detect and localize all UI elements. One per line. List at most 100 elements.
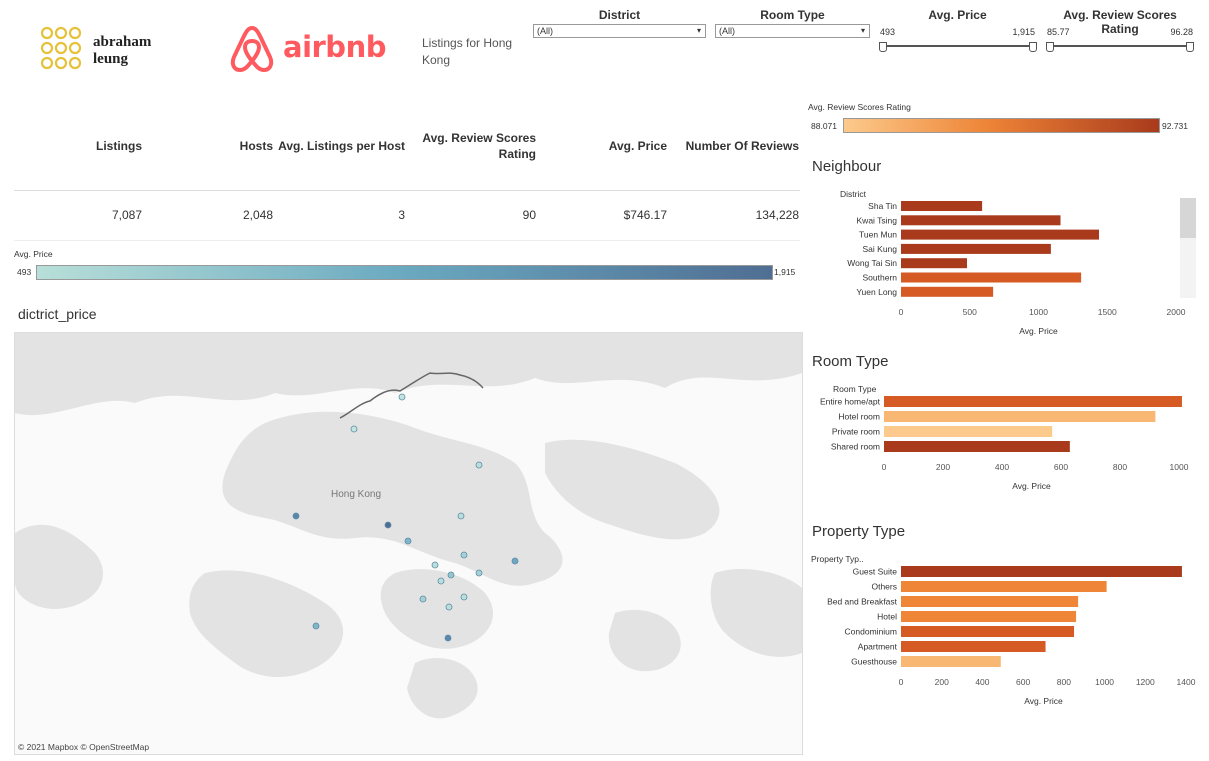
neighbour-scrollbar[interactable] bbox=[1180, 198, 1196, 298]
map-district-point[interactable] bbox=[404, 537, 412, 545]
bar[interactable] bbox=[884, 411, 1156, 422]
avg-price-filter-max: 1,915 bbox=[1012, 27, 1035, 37]
map-district-point[interactable] bbox=[475, 461, 483, 469]
neighbour-chart-title: Neighbour bbox=[812, 158, 882, 175]
bar[interactable] bbox=[901, 656, 1001, 667]
map-district-point[interactable] bbox=[350, 425, 358, 433]
kpi-header-listings: Listings bbox=[95, 139, 142, 153]
bar[interactable] bbox=[901, 243, 1051, 254]
bar[interactable] bbox=[901, 258, 967, 269]
map-district-point[interactable] bbox=[457, 512, 465, 520]
avg-review-slider-max-handle[interactable] bbox=[1186, 42, 1194, 52]
district-price-map[interactable]: Hong Kong © 2021 Mapbox © OpenStreetMap bbox=[14, 332, 803, 755]
map-district-point[interactable] bbox=[292, 512, 300, 520]
tick-label: 800 bbox=[1113, 462, 1127, 472]
bar[interactable] bbox=[884, 441, 1070, 452]
map-district-point[interactable] bbox=[312, 622, 320, 630]
tick-label: 1000 bbox=[1170, 462, 1189, 472]
category-label: Wong Tai Sin bbox=[847, 258, 897, 268]
bar[interactable] bbox=[901, 641, 1046, 652]
map-canvas: Hong Kong © 2021 Mapbox © OpenStreetMap bbox=[15, 333, 802, 752]
map-district-point[interactable] bbox=[447, 571, 455, 579]
review-legend-title: Avg. Review Scores Rating bbox=[808, 102, 911, 112]
category-label: Sha Tin bbox=[868, 201, 897, 211]
bar[interactable] bbox=[901, 286, 994, 297]
review-legend-max: 92.731 bbox=[1162, 121, 1188, 131]
map-district-point[interactable] bbox=[475, 569, 483, 577]
map-district-point[interactable] bbox=[444, 634, 452, 642]
price-legend-max: 1,915 bbox=[774, 267, 796, 277]
bar[interactable] bbox=[884, 426, 1053, 437]
tick-label: 1400 bbox=[1177, 677, 1196, 687]
room-type-filter-title: Room Type bbox=[760, 8, 825, 22]
chevron-down-icon: ▾ bbox=[860, 26, 865, 35]
kpi-divider bbox=[14, 190, 800, 191]
neighbour-chart[interactable]: District Sha Tin Kwai Tsing Tuen Mun Sai Kun… bbox=[808, 185, 1198, 340]
map-district-point[interactable] bbox=[384, 521, 392, 529]
airbnb-logo-icon bbox=[228, 24, 276, 74]
category-label: Condominium bbox=[845, 627, 897, 637]
property-type-chart-title: Property Type bbox=[812, 523, 906, 540]
room-type-dropdown[interactable]: (All) ▾ bbox=[715, 24, 870, 38]
map-district-point[interactable] bbox=[419, 595, 427, 603]
map-district-point[interactable] bbox=[460, 551, 468, 559]
map-district-point[interactable] bbox=[431, 561, 439, 569]
bar[interactable] bbox=[901, 201, 983, 211]
axis-label: Avg. Price bbox=[1012, 481, 1051, 491]
kpi-value-avg-listings-per-host: 3 bbox=[398, 208, 405, 222]
brand-name-line1: abraham bbox=[93, 34, 152, 50]
airbnb-wordmark: airbnb bbox=[283, 30, 386, 64]
bar[interactable] bbox=[901, 596, 1079, 607]
tick-label: 800 bbox=[1057, 677, 1071, 687]
property-type-chart-svg: Property Typ.. Guest Suite Others Bed and B… bbox=[811, 554, 1196, 706]
brand-name-line2: leung bbox=[93, 51, 129, 67]
category-label: Shared room bbox=[831, 442, 880, 452]
kpi-header-hosts: Hosts bbox=[239, 139, 273, 153]
district-dropdown[interactable]: (All) ▾ bbox=[533, 24, 706, 38]
tick-label: 2000 bbox=[1167, 307, 1186, 317]
neighbour-scrollbar-thumb[interactable] bbox=[1180, 198, 1196, 238]
category-label: Yuen Long bbox=[856, 287, 897, 297]
bar[interactable] bbox=[884, 396, 1182, 407]
avg-price-filter-min: 493 bbox=[880, 27, 896, 37]
avg-price-filter-title: Avg. Price bbox=[928, 8, 987, 22]
tick-label: 600 bbox=[1016, 677, 1030, 687]
avg-review-filter-max: 96.28 bbox=[1170, 27, 1193, 37]
avg-price-slider-min-handle[interactable] bbox=[879, 42, 887, 52]
property-type-chart[interactable]: Property Typ.. Guest Suite Others Bed and B… bbox=[808, 550, 1198, 710]
map-district-point[interactable] bbox=[445, 603, 453, 611]
tick-label: 0 bbox=[882, 462, 887, 472]
map-district-point[interactable] bbox=[398, 393, 406, 401]
bar[interactable] bbox=[901, 611, 1077, 622]
category-label: Kwai Tsing bbox=[857, 215, 898, 225]
bar[interactable] bbox=[901, 581, 1107, 592]
map-district-point[interactable] bbox=[437, 577, 445, 585]
category-label: Sai Kung bbox=[863, 244, 898, 254]
map-district-point[interactable] bbox=[460, 593, 468, 601]
avg-review-filter-min: 85.77 bbox=[1047, 27, 1070, 37]
room-type-chart[interactable]: Room Type Entire home/apt Hotel room Privat… bbox=[808, 380, 1198, 495]
map-place-label: Hong Kong bbox=[331, 489, 381, 500]
kpi-value-hosts: 2,048 bbox=[242, 208, 273, 222]
brand-logo-icon bbox=[40, 26, 88, 72]
neighbour-chart-svg: DistrictSha Tin Kwai Tsing Tuen Mun Sai Kun… bbox=[840, 189, 1186, 336]
category-label: Tuen Mun bbox=[859, 230, 897, 240]
room-type-chart-svg: Room Type Entire home/apt Hotel room Privat… bbox=[820, 384, 1189, 491]
bar[interactable] bbox=[901, 272, 1082, 283]
tick-label: 400 bbox=[995, 462, 1009, 472]
kpi-header-number-of-reviews: Number Of Reviews bbox=[685, 139, 799, 153]
map-title: dictrict_price bbox=[18, 306, 97, 322]
avg-review-slider-track[interactable] bbox=[1049, 45, 1191, 47]
price-legend-min: 493 bbox=[17, 267, 32, 277]
bar[interactable] bbox=[901, 229, 1099, 240]
avg-review-slider-min-handle[interactable] bbox=[1046, 42, 1054, 52]
tick-label: 400 bbox=[975, 677, 989, 687]
bar[interactable] bbox=[901, 566, 1182, 577]
bar[interactable] bbox=[901, 626, 1075, 637]
map-attribution: © 2021 Mapbox © OpenStreetMap bbox=[18, 742, 149, 752]
bar[interactable] bbox=[901, 215, 1061, 226]
map-district-point[interactable] bbox=[511, 557, 519, 565]
avg-price-slider-track[interactable] bbox=[882, 45, 1034, 47]
room-type-dropdown-value: (All) bbox=[719, 26, 735, 36]
avg-price-slider-max-handle[interactable] bbox=[1029, 42, 1037, 52]
